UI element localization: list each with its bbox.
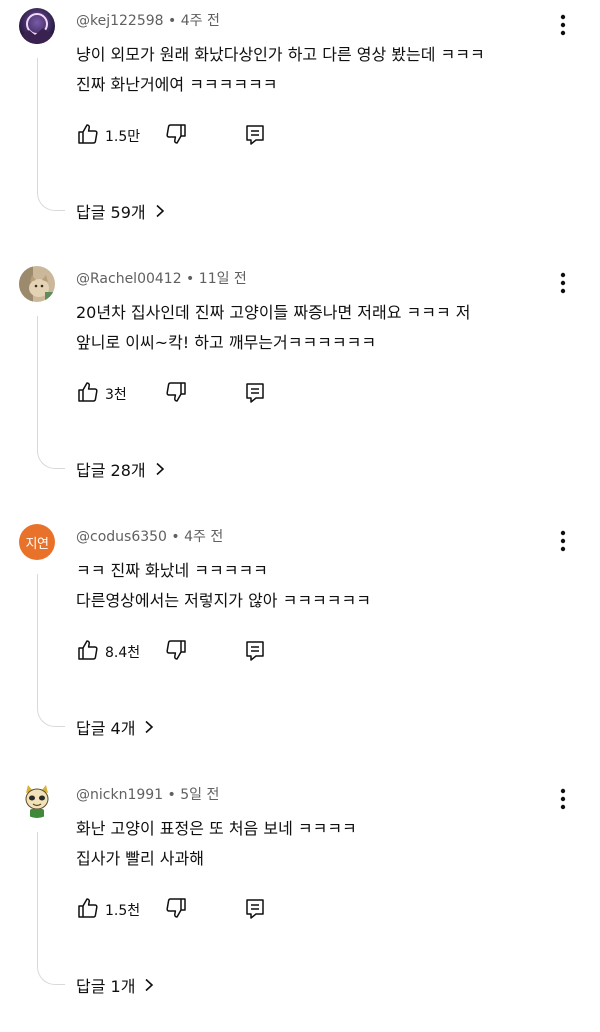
comment-line: 진짜 화난거에여 ㅋㅋㅋㅋㅋㅋ — [76, 75, 278, 94]
comment-line: 화난 고양이 표정은 또 처음 보네 ㅋㅋㅋㅋ — [76, 819, 357, 838]
reply-thread-line — [37, 58, 65, 211]
comment-text: 20년차 집사인데 진짜 고양이들 짜증나면 저래요 ㅋㅋㅋ 저 앞니로 이씨~… — [76, 298, 556, 358]
thumbs-up-icon — [78, 898, 98, 918]
comment-item: @nickn1991 • 5일 전 화난 고양이 표정은 또 처음 보네 ㅋㅋㅋ… — [0, 774, 600, 1032]
comment-meta: @kej122598 • 4주 전 — [76, 10, 220, 30]
comment-item: 지연 @codus6350 • 4주 전 ㅋㅋ 진짜 화났네 ㅋㅋㅋㅋㅋ 다른영… — [0, 516, 600, 774]
like-button[interactable] — [76, 380, 100, 404]
view-replies-button[interactable]: 답글 4개 — [76, 715, 155, 739]
comment-reply-icon — [246, 383, 264, 403]
comment-text: ㅋㅋ 진짜 화났네 ㅋㅋㅋㅋㅋ 다른영상에서는 저렇지가 않아 ㅋㅋㅋㅋㅋㅋ — [76, 556, 556, 616]
meta-separator: • — [166, 529, 185, 545]
more-vertical-icon — [560, 788, 566, 810]
comment-line: 집사가 빨리 사과해 — [76, 849, 204, 868]
more-vertical-icon — [560, 272, 566, 294]
replies-count: 답글 59개 — [76, 203, 146, 222]
author-name[interactable]: @nickn1991 — [76, 787, 163, 803]
chevron-right-icon — [145, 720, 154, 734]
avatar[interactable]: 지연 — [19, 524, 55, 560]
thumbs-down-icon — [166, 124, 186, 144]
avatar[interactable] — [19, 782, 55, 818]
reply-thread-line — [37, 574, 65, 727]
cartoon-character-avatar-icon — [19, 782, 55, 818]
comment-line: 다른영상에서는 저렇지가 않아 ㅋㅋㅋㅋㅋㅋ — [76, 591, 371, 610]
timestamp[interactable]: 4주 전 — [181, 13, 220, 29]
like-count: 8.4천 — [105, 645, 141, 661]
author-name[interactable]: @codus6350 — [76, 529, 167, 545]
reply-button[interactable] — [244, 639, 266, 663]
more-options-button[interactable] — [553, 786, 573, 812]
comment-item: @Rachel00412 • 11일 전 20년차 집사인데 진짜 고양이들 짜… — [0, 258, 600, 516]
comment-meta: @Rachel00412 • 11일 전 — [76, 268, 247, 288]
dislike-button[interactable] — [164, 380, 188, 404]
chevron-right-icon — [156, 204, 164, 218]
like-count: 1.5만 — [105, 129, 141, 145]
thumbs-down-icon — [166, 382, 186, 402]
dislike-button[interactable] — [164, 896, 188, 920]
dislike-button[interactable] — [164, 638, 188, 662]
more-options-button[interactable] — [553, 528, 573, 554]
comment-text: 냥이 외모가 원래 화났다상인가 하고 다른 영상 봤는데 ㅋㅋㅋ 진짜 화난거… — [76, 40, 556, 100]
author-name[interactable]: @Rachel00412 — [76, 271, 182, 287]
reply-button[interactable] — [244, 897, 266, 921]
comment-reply-icon — [246, 125, 264, 145]
meta-separator: • — [163, 787, 181, 803]
comment-reply-icon — [246, 641, 264, 661]
like-count: 1.5천 — [105, 903, 141, 919]
chevron-right-icon — [145, 978, 154, 992]
thumbs-down-icon — [166, 640, 186, 660]
reply-thread-line — [37, 316, 65, 469]
comment-reply-icon — [246, 899, 264, 919]
comment-meta: @nickn1991 • 5일 전 — [76, 784, 219, 804]
thumbs-up-icon — [78, 640, 98, 660]
reply-thread-line — [37, 832, 65, 985]
view-replies-button[interactable]: 답글 1개 — [76, 973, 155, 997]
view-replies-button[interactable]: 답글 28개 — [76, 457, 166, 481]
replies-count: 답글 28개 — [76, 461, 146, 480]
comment-meta: @codus6350 • 4주 전 — [76, 526, 223, 546]
timestamp[interactable]: 4주 전 — [184, 529, 223, 545]
thumbs-up-icon — [78, 382, 98, 402]
meta-separator: • — [163, 13, 181, 29]
thumbs-up-icon — [78, 124, 98, 144]
avatar-initials: 지연 — [25, 536, 49, 552]
comment-line: 앞니로 이씨~칵! 하고 깨무는거ㅋㅋㅋㅋㅋㅋ — [76, 333, 377, 352]
timestamp[interactable]: 5일 전 — [180, 787, 219, 803]
comment-line: 20년차 집사인데 진짜 고양이들 짜증나면 저래요 ㅋㅋㅋ 저 — [76, 303, 471, 322]
like-button[interactable] — [76, 638, 100, 662]
meta-separator: • — [181, 271, 199, 287]
thumbs-down-icon — [166, 898, 186, 918]
comment-line: 냥이 외모가 원래 화났다상인가 하고 다른 영상 봤는데 ㅋㅋㅋ — [76, 45, 485, 64]
cat-photo-avatar-icon — [19, 266, 55, 302]
comment-line: ㅋㅋ 진짜 화났네 ㅋㅋㅋㅋㅋ — [76, 561, 268, 580]
like-button[interactable] — [76, 896, 100, 920]
author-name[interactable]: @kej122598 — [76, 13, 164, 29]
chevron-right-icon — [156, 462, 164, 476]
comment-text: 화난 고양이 표정은 또 처음 보네 ㅋㅋㅋㅋ 집사가 빨리 사과해 — [76, 814, 556, 874]
replies-count: 답글 1개 — [76, 977, 136, 996]
more-vertical-icon — [560, 530, 566, 552]
replies-count: 답글 4개 — [76, 719, 136, 738]
avatar[interactable] — [19, 266, 55, 302]
view-replies-button[interactable]: 답글 59개 — [76, 199, 166, 223]
more-options-button[interactable] — [553, 12, 573, 38]
avatar[interactable] — [19, 8, 55, 44]
reply-button[interactable] — [244, 381, 266, 405]
timestamp[interactable]: 11일 전 — [199, 271, 247, 287]
like-count: 3천 — [105, 387, 127, 403]
like-button[interactable] — [76, 122, 100, 146]
reply-button[interactable] — [244, 123, 266, 147]
comment-item: @kej122598 • 4주 전 냥이 외모가 원래 화났다상인가 하고 다른… — [0, 0, 600, 258]
more-options-button[interactable] — [553, 270, 573, 296]
moon-night-avatar-icon — [19, 8, 55, 44]
more-vertical-icon — [560, 14, 566, 36]
dislike-button[interactable] — [164, 122, 188, 146]
